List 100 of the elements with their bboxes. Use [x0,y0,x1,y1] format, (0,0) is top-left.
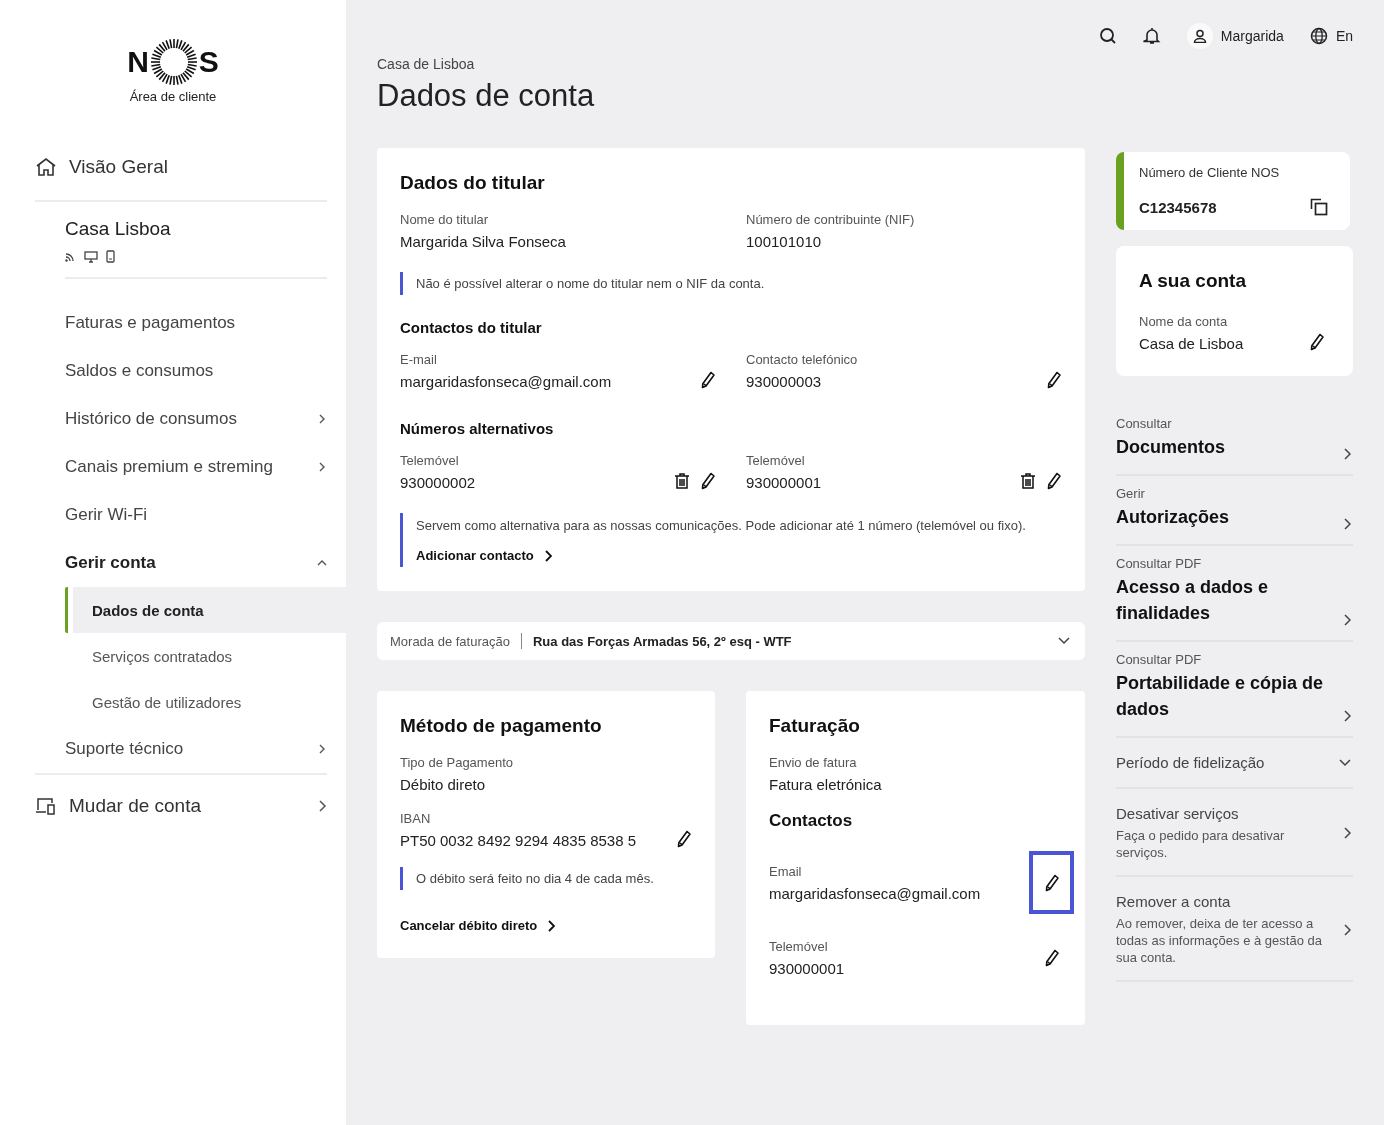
switch-account-link[interactable]: Mudar de conta [35,773,327,817]
sidebar-item[interactable]: Suporte técnico [65,725,327,773]
client-number: C12345678 [1139,198,1217,216]
edit-button[interactable] [1029,851,1074,914]
link-kicker: Consultar PDF [1116,556,1203,571]
sidebar-item[interactable]: Faturas e pagamentos [65,299,327,347]
logo-subtitle: Área de cliente [129,89,217,104]
logo-letter: N [127,45,149,79]
field-value: 100101010 [746,233,823,250]
info-note: O débito será feito no dia 4 de cada mês. [400,867,692,890]
field-label: Contacto telefónico [746,352,859,367]
card-title: A sua conta [1139,270,1247,292]
pencil-icon[interactable] [1309,333,1325,351]
pencil-icon[interactable] [700,371,716,389]
field-value: margaridasfonseca@gmail.com [400,373,613,390]
field-label: Email [769,863,803,879]
link-kicker: Consultar PDF [1116,652,1203,667]
field-label: E-mail [400,352,438,367]
side-link[interactable]: Consultar Documentos [1116,406,1353,476]
sidebar-item[interactable]: Histórico de consumos [65,395,327,443]
link-title: Período de fidelização [1116,754,1265,771]
sidebar-item[interactable]: Gerir conta [65,539,327,587]
devices-icon [35,797,57,815]
card-title: Dados do titular [400,172,546,194]
field-label: Telemóvel [769,938,829,954]
chevron-icon [317,462,327,472]
search-icon[interactable] [1098,27,1117,45]
sidebar-subitem[interactable]: Dados de conta [65,587,346,633]
field-label: Número de contribuinte (NIF) [746,212,916,227]
cancel-debit-link[interactable]: Cancelar débito direto [400,918,556,933]
chevron-icon [1343,827,1351,839]
link-kicker: Gerir [1116,486,1146,501]
card-title: Faturação [769,715,861,737]
sunburst-logo-icon [149,38,198,86]
home-link[interactable]: Visão Geral [35,156,327,202]
field-label: Telemóvel [400,453,460,468]
link-title: Remover a conta [1116,893,1232,910]
billing-address-dropdown[interactable]: Morada de faturação Rua das Forças Armadas 56, 2º esq - WTF [377,622,1085,660]
copy-icon[interactable] [1310,198,1328,216]
pencil-icon[interactable] [700,472,716,490]
client-number-label: Número de Cliente NOS [1139,165,1281,180]
address-value: Rua das Forças Armadas 56, 2º esq - WTF [532,633,793,649]
link-title: Desativar serviços [1116,805,1240,822]
trash-icon[interactable] [1020,473,1036,489]
info-note: Não é possível alterar o nome do titular nem o NIF da conta. [400,272,1062,295]
field-value: Fatura eletrónica [769,776,883,793]
side-link[interactable]: Consultar PDF Acesso a dados e finalidades [1116,546,1353,642]
pencil-icon[interactable] [1046,472,1062,490]
sidebar-item[interactable]: Saldos e consumos [65,347,327,395]
info-note: Servem como alternativa para as nossas comunicações. Pode adicionar até 1 número (telemóvel ou fixo). [416,517,1027,534]
link-description: Ao remover, deixa de ter acesso a todas as informações e à gestão da sua conta. [1116,915,1323,966]
chevron-icon [1343,518,1351,530]
link-description: Faça o pedido para desativar serviços. [1116,827,1286,861]
sidebar-subitem[interactable]: Gestão de utilizadores [65,679,346,725]
side-link[interactable]: Período de fidelização [1116,738,1353,789]
link-kicker: Consultar [1116,416,1173,431]
trash-icon[interactable] [674,473,690,489]
add-contact-link[interactable]: Adicionar contacto [416,548,1042,563]
card-title: Método de pagamento [400,715,603,737]
side-link[interactable]: Desativar serviços Faça o pedido para desativar serviços. [1116,789,1353,877]
chevron-icon [317,744,327,754]
address-label: Morada de faturação [390,633,510,649]
language-selector[interactable]: En [1309,27,1353,45]
field-value: 930000002 [400,474,477,491]
page-title: Dados de conta [377,78,596,114]
pencil-icon[interactable] [676,830,692,848]
chevron-icon [317,558,327,568]
chevron-icon [1343,923,1351,936]
section-title: Contactos do titular [400,319,543,336]
globe-icon [1309,27,1328,45]
account-name: Casa Lisboa [65,218,172,240]
chevron-icon [1343,448,1351,460]
field-label: Envio de fatura [769,755,858,770]
field-label: Tipo de Pagamento [400,755,514,770]
side-link[interactable]: Gerir Autorizações [1116,476,1353,546]
sidebar-subitem[interactable]: Serviços contratados [65,633,346,679]
chevron-icon [317,800,327,812]
field-label: Telemóvel [746,453,806,468]
home-icon [35,157,57,177]
link-title: Portabilidade e cópia de dados [1116,672,1325,721]
chevron-icon [1343,614,1351,626]
sidebar-item[interactable]: Gerir Wi-Fi [65,491,327,539]
phone-icon [106,250,115,263]
link-title: Acesso a dados e finalidades [1116,576,1270,625]
wifi-icon [65,251,76,262]
link-title: Autorizações [1116,506,1230,529]
sidebar-item[interactable]: Canais premium e streming [65,443,327,491]
side-link[interactable]: Consultar PDF Portabilidade e cópia de dados [1116,642,1353,738]
breadcrumb: Casa de Lisboa [377,56,476,72]
field-label: Nome da conta [1139,314,1229,329]
pencil-icon[interactable] [1046,371,1062,389]
bell-icon[interactable] [1142,27,1161,45]
field-value: 930000001 [769,959,846,977]
side-link[interactable]: Remover a conta Ao remover, deixa de ter acesso a todas as informações e à gestão da sua conta. [1116,877,1353,982]
logo-letter: S [198,45,219,79]
link-title: Documentos [1116,436,1225,459]
user-menu[interactable]: Margarida [1186,23,1284,49]
field-value: Casa de Lisboa [1139,335,1245,352]
field-value: 930000003 [746,373,823,390]
pencil-icon [1043,948,1060,967]
